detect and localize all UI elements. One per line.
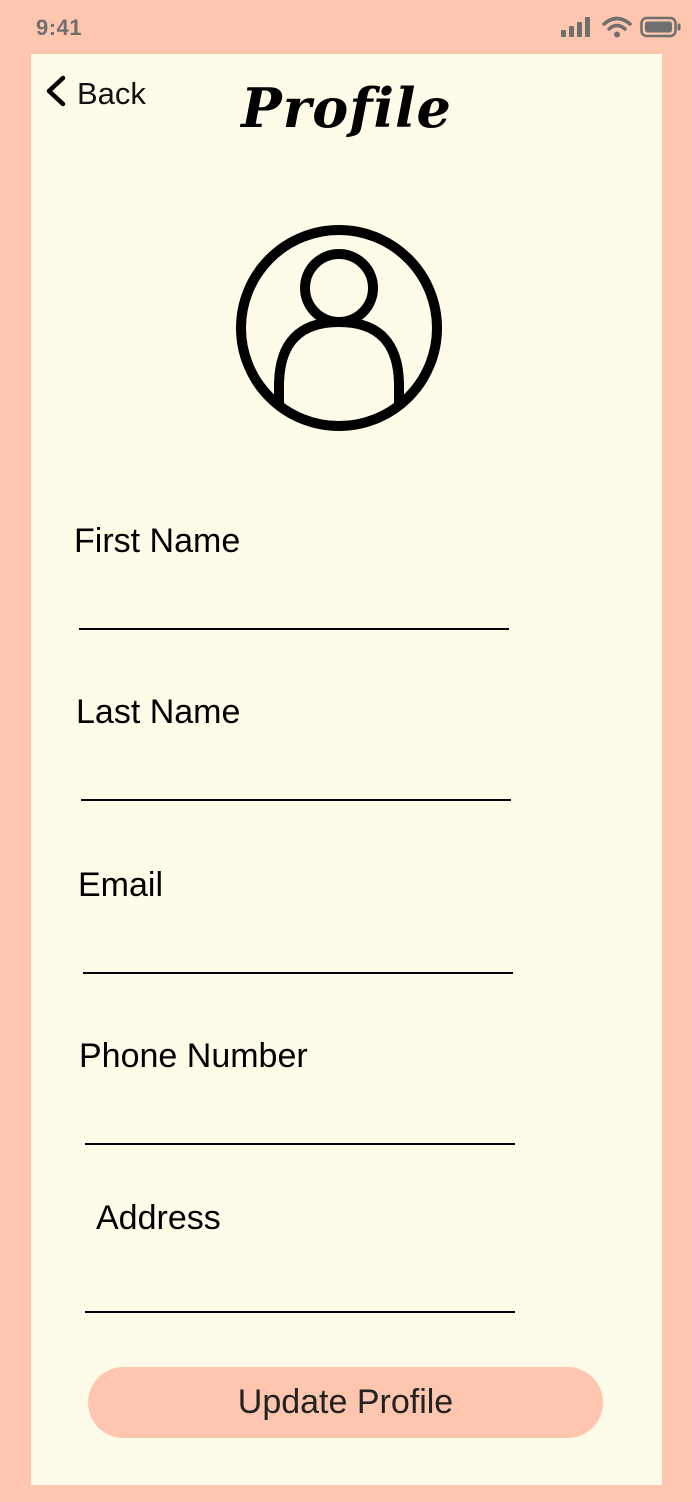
email-input[interactable] xyxy=(83,934,513,974)
first-name-label: First Name xyxy=(74,522,241,560)
avatar xyxy=(235,222,443,439)
phone-number-label: Phone Number xyxy=(79,1037,308,1075)
phone-number-input[interactable] xyxy=(85,1105,515,1145)
battery-icon xyxy=(640,16,682,43)
wifi-icon xyxy=(602,16,632,43)
update-profile-button[interactable]: Update Profile xyxy=(88,1367,603,1438)
status-time: 9:41 xyxy=(36,15,83,40)
address-input[interactable] xyxy=(85,1273,515,1313)
address-label: Address xyxy=(96,1199,221,1237)
first-name-input[interactable] xyxy=(79,590,509,630)
status-icons xyxy=(560,16,682,43)
signal-icon xyxy=(560,16,594,43)
last-name-label: Last Name xyxy=(76,693,241,731)
page-title: Profile xyxy=(241,76,452,140)
profile-screen: Back Profile First Name Last Name Email … xyxy=(31,54,662,1485)
email-label: Email xyxy=(78,866,164,904)
status-bar: 9:41 xyxy=(0,0,692,54)
last-name-input[interactable] xyxy=(81,761,511,801)
user-circle-icon xyxy=(235,225,443,438)
